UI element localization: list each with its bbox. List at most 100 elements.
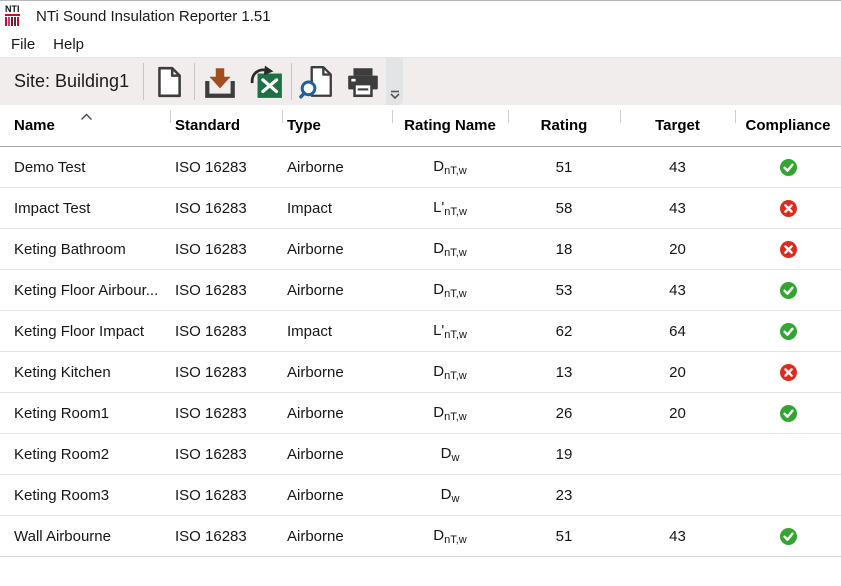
preview-icon <box>299 65 335 99</box>
cell-standard: ISO 16283 <box>170 487 282 504</box>
compliance-pass-icon <box>780 405 797 422</box>
compliance-pass-icon <box>780 159 797 176</box>
cell-name: Keting Bathroom <box>14 241 170 258</box>
column-header-label: Standard <box>175 117 240 134</box>
cell-name: Keting Room3 <box>14 487 170 504</box>
window-titlebar: NTI NTi Sound Insulation Reporter 1.51 <box>0 1 841 31</box>
cell-name: Demo Test <box>14 159 170 176</box>
compliance-status <box>735 158 841 176</box>
table-row[interactable]: Demo Test ISO 16283 Airborne DnT,w 51 43 <box>0 147 841 188</box>
cell-target: 43 <box>620 528 735 545</box>
table-row[interactable]: Impact Test ISO 16283 Impact L'nT,w 58 4… <box>0 188 841 229</box>
table-row[interactable]: Keting Room2 ISO 16283 Airborne Dw 19 <box>0 434 841 475</box>
compliance-status <box>735 281 841 299</box>
cell-rating: 19 <box>508 446 620 463</box>
export-excel-button[interactable] <box>243 58 289 105</box>
toolbar-overflow-button[interactable] <box>386 58 403 105</box>
cell-rating-name: DnT,w <box>392 240 508 259</box>
column-header-name[interactable]: Name <box>14 105 170 146</box>
table-row[interactable]: Keting Kitchen ISO 16283 Airborne DnT,w … <box>0 352 841 393</box>
compliance-pass-icon <box>780 323 797 340</box>
compliance-status <box>735 322 841 340</box>
cell-rating-name: L'nT,w <box>392 199 508 218</box>
app-logo-bars <box>5 17 20 26</box>
toolbar-separator <box>143 63 144 100</box>
column-divider <box>735 110 736 123</box>
column-divider <box>392 110 393 123</box>
table-row[interactable]: Wall Airbourne ISO 16283 Airborne DnT,w … <box>0 516 841 557</box>
cell-target: 20 <box>620 241 735 258</box>
cell-name: Keting Floor Airbour... <box>14 282 170 299</box>
table-row[interactable]: Keting Room3 ISO 16283 Airborne Dw 23 <box>0 475 841 516</box>
window-title: NTi Sound Insulation Reporter 1.51 <box>36 8 271 25</box>
column-divider <box>170 110 171 123</box>
cell-rating-name: Dw <box>392 445 508 464</box>
table-row[interactable]: Keting Floor Airbour... ISO 16283 Airbor… <box>0 270 841 311</box>
cell-standard: ISO 16283 <box>170 200 282 217</box>
cell-rating: 18 <box>508 241 620 258</box>
cell-name: Keting Kitchen <box>14 364 170 381</box>
column-header-label: Name <box>14 117 55 134</box>
cell-name: Impact Test <box>14 200 170 217</box>
cell-rating: 13 <box>508 364 620 381</box>
compliance-fail-icon <box>780 364 797 381</box>
cell-name: Keting Floor Impact <box>14 323 170 340</box>
column-header-label: Target <box>655 117 700 134</box>
cell-name: Keting Room1 <box>14 405 170 422</box>
menu-bar: File Help <box>0 31 841 57</box>
cell-standard: ISO 16283 <box>170 159 282 176</box>
cell-type: Impact <box>282 200 392 217</box>
toolbar-separator <box>194 63 195 100</box>
menu-file[interactable]: File <box>2 33 44 56</box>
compliance-status <box>735 404 841 422</box>
cell-type: Airborne <box>282 487 392 504</box>
cell-rating-name: DnT,w <box>392 527 508 546</box>
column-header-rating[interactable]: Rating <box>508 105 620 146</box>
cell-type: Airborne <box>282 241 392 258</box>
column-header-target[interactable]: Target <box>620 105 735 146</box>
column-header-compliance[interactable]: Compliance <box>735 105 841 146</box>
compliance-pass-icon <box>780 528 797 545</box>
site-label: Site: Building1 <box>0 58 141 105</box>
cell-target: 20 <box>620 405 735 422</box>
column-divider <box>620 110 621 123</box>
cell-standard: ISO 16283 <box>170 528 282 545</box>
cell-target: 43 <box>620 200 735 217</box>
cell-rating: 51 <box>508 159 620 176</box>
table-row[interactable]: Keting Floor Impact ISO 16283 Impact L'n… <box>0 311 841 352</box>
cell-standard: ISO 16283 <box>170 446 282 463</box>
print-button[interactable] <box>340 58 386 105</box>
column-header-rating-name[interactable]: Rating Name <box>392 105 508 146</box>
cell-type: Airborne <box>282 282 392 299</box>
cell-rating-name: DnT,w <box>392 404 508 423</box>
compliance-status <box>735 527 841 545</box>
compliance-status <box>735 363 841 381</box>
import-button[interactable] <box>197 58 243 105</box>
cell-rating-name: DnT,w <box>392 158 508 177</box>
cell-rating-name: Dw <box>392 486 508 505</box>
table-row[interactable]: Keting Bathroom ISO 16283 Airborne DnT,w… <box>0 229 841 270</box>
column-divider <box>508 110 509 123</box>
compliance-status <box>735 199 841 217</box>
column-header-label: Rating <box>541 117 588 134</box>
app-logo-text: NTI <box>5 5 20 16</box>
column-header-standard[interactable]: Standard <box>170 105 282 146</box>
app-logo-icon: NTI <box>5 5 29 27</box>
cell-rating: 51 <box>508 528 620 545</box>
cell-rating: 58 <box>508 200 620 217</box>
cell-standard: ISO 16283 <box>170 241 282 258</box>
cell-rating-name: L'nT,w <box>392 322 508 341</box>
import-icon <box>202 65 238 99</box>
print-icon <box>345 65 381 99</box>
menu-help[interactable]: Help <box>44 33 93 56</box>
new-report-button[interactable] <box>146 58 192 105</box>
cell-target: 43 <box>620 159 735 176</box>
column-header-type[interactable]: Type <box>282 105 392 146</box>
cell-target: 20 <box>620 364 735 381</box>
cell-target: 64 <box>620 323 735 340</box>
preview-button[interactable] <box>294 58 340 105</box>
cell-rating: 53 <box>508 282 620 299</box>
table-header-row: Name Standard Type Rating Name Rating Ta… <box>0 105 841 147</box>
table-row[interactable]: Keting Room1 ISO 16283 Airborne DnT,w 26… <box>0 393 841 434</box>
toolbar-separator <box>291 63 292 100</box>
